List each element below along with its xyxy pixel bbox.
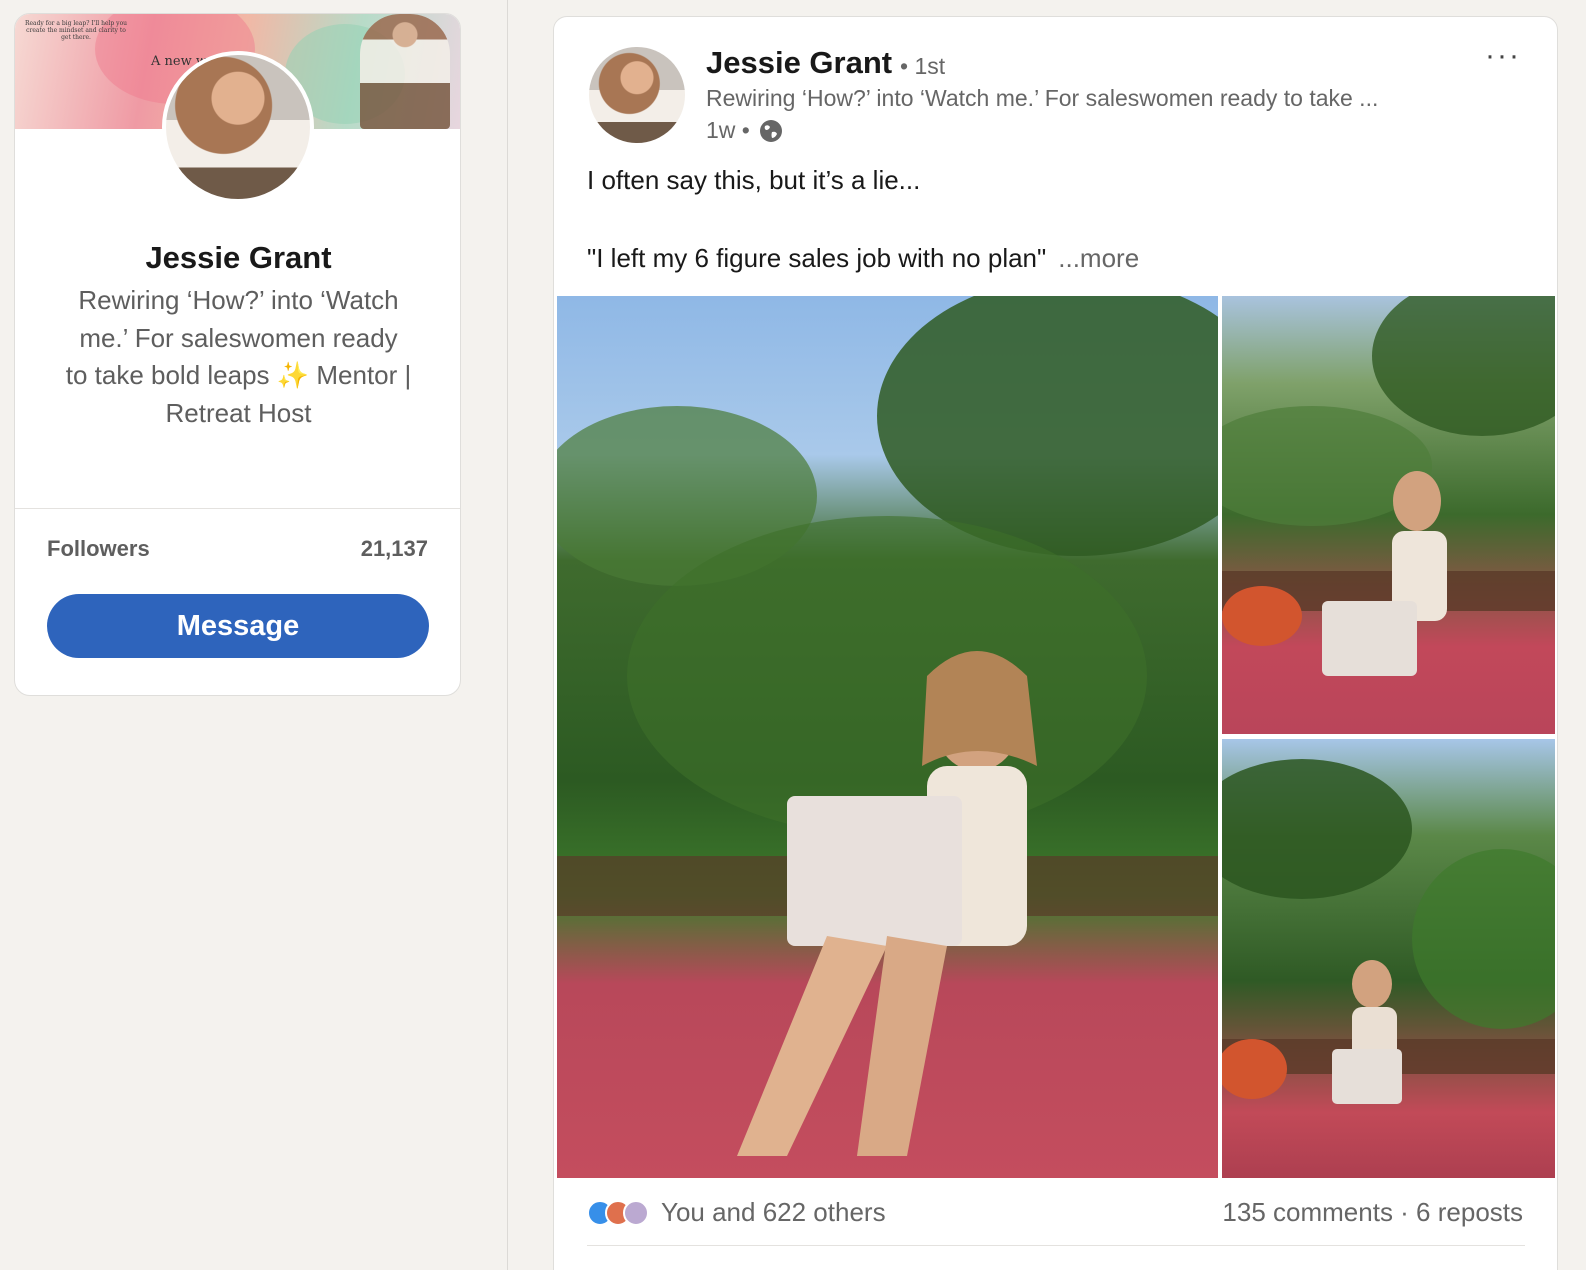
more-menu-icon[interactable]: ··· [1485,39,1521,73]
followers-label: Followers [47,536,150,561]
post-quote: "I left my 6 figure sales job with no pl… [587,243,1047,273]
post-text-line: "I left my 6 figure sales job with no pl… [587,243,1139,274]
reactions-summary[interactable]: You and 622 others [587,1197,886,1228]
profile-card: Ready for a big leap? I'll help you crea… [14,13,461,696]
profile-avatar[interactable] [162,51,314,203]
support-reaction-icon [623,1199,649,1226]
comments-reposts-count[interactable]: 135 comments · 6 reposts [1222,1197,1523,1228]
reactions-count[interactable]: You and 622 others [661,1197,886,1228]
banner-small-text: Ready for a big leap? I'll help you crea… [24,20,128,41]
post-image-side-top[interactable] [1222,296,1555,734]
divider [587,1245,1525,1246]
globe-icon [758,118,784,144]
post-meta: 1w • [706,117,784,144]
author-name[interactable]: Jessie Grant [706,45,892,81]
post-image-main[interactable] [557,296,1218,1178]
author-avatar[interactable] [589,47,685,143]
post-text-line: I often say this, but it’s a lie... [587,165,921,195]
post-card: Jessie Grant • 1st Rewiring ‘How?’ into … [553,16,1558,1270]
post-image-side-bottom[interactable] [1222,739,1555,1178]
author-headline: Rewiring ‘How?’ into ‘Watch me.’ For sal… [706,85,1379,111]
divider [15,508,460,509]
post-time: 1w • [706,117,750,143]
reaction-icons [587,1199,649,1226]
see-more-link[interactable]: ...more [1058,243,1139,273]
message-button[interactable]: Message [47,594,429,658]
banner-photo [360,14,450,129]
connection-degree: • 1st [900,53,946,79]
left-column: Ready for a big leap? I'll help you crea… [0,0,508,1270]
followers-count: 21,137 [360,536,428,561]
profile-name[interactable]: Jessie Grant [15,240,460,276]
profile-headline: Rewiring ‘How?’ into ‘Watch me.’ For sal… [65,285,412,428]
